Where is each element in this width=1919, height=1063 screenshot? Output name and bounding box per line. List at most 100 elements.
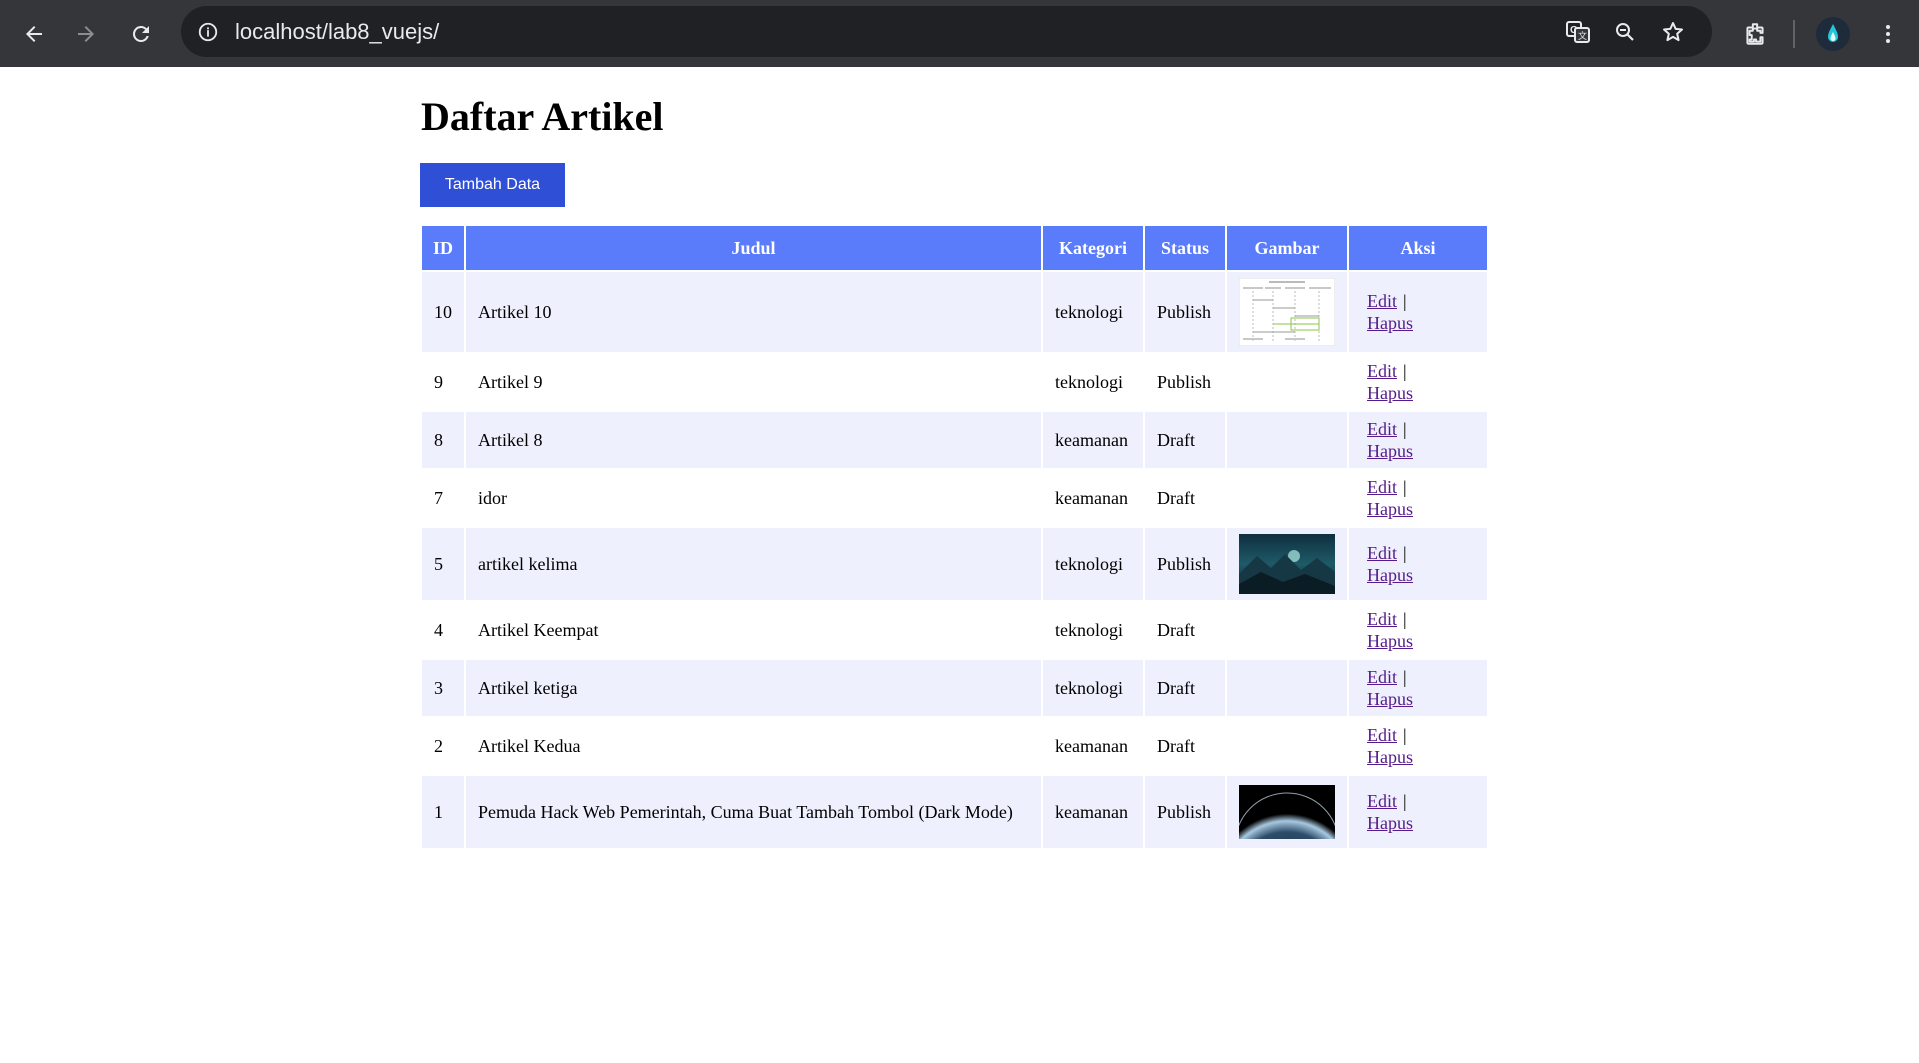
cell-gambar	[1227, 354, 1347, 410]
reload-icon[interactable]	[121, 14, 161, 54]
cell-id: 8	[422, 412, 464, 468]
cell-id: 9	[422, 354, 464, 410]
cell-aksi: Edit | Hapus	[1349, 354, 1487, 410]
back-icon[interactable]	[14, 14, 54, 54]
articles-table: ID Judul Kategori Status Gambar Aksi 10 …	[420, 224, 1489, 850]
edit-link[interactable]: Edit	[1367, 725, 1397, 745]
delete-link[interactable]: Hapus	[1367, 383, 1413, 403]
cell-aksi: Edit | Hapus	[1349, 602, 1487, 658]
menu-icon[interactable]	[1868, 14, 1908, 54]
cell-aksi: Edit | Hapus	[1349, 528, 1487, 600]
diagram-thumbnail	[1239, 278, 1335, 346]
cell-gambar	[1227, 470, 1347, 526]
cell-kategori: teknologi	[1043, 354, 1143, 410]
delete-link[interactable]: Hapus	[1367, 631, 1413, 651]
toolbar-divider	[1793, 20, 1795, 48]
cell-judul: Artikel Keempat	[466, 602, 1041, 658]
cell-gambar	[1227, 528, 1347, 600]
profile-avatar[interactable]	[1816, 17, 1850, 51]
cell-aksi: Edit | Hapus	[1349, 776, 1487, 848]
cell-kategori: keamanan	[1043, 470, 1143, 526]
cell-kategori: teknologi	[1043, 528, 1143, 600]
cell-status: Publish	[1145, 272, 1225, 352]
cell-judul: idor	[466, 470, 1041, 526]
edit-link[interactable]: Edit	[1367, 543, 1397, 563]
cell-judul: Artikel 10	[466, 272, 1041, 352]
header-gambar: Gambar	[1227, 226, 1347, 270]
edit-link[interactable]: Edit	[1367, 609, 1397, 629]
table-header-row: ID Judul Kategori Status Gambar Aksi	[422, 226, 1487, 270]
svg-text:文: 文	[1578, 30, 1587, 41]
edit-link[interactable]: Edit	[1367, 361, 1397, 381]
page-title: Daftar Artikel	[421, 94, 664, 139]
cell-status: Publish	[1145, 528, 1225, 600]
action-separator: |	[1403, 477, 1407, 497]
cell-kategori: keamanan	[1043, 718, 1143, 774]
table-row: 1 Pemuda Hack Web Pemerintah, Cuma Buat …	[422, 776, 1487, 848]
edit-link[interactable]: Edit	[1367, 419, 1397, 439]
forward-icon[interactable]	[66, 14, 106, 54]
action-separator: |	[1403, 291, 1407, 311]
cell-gambar	[1227, 602, 1347, 658]
delete-link[interactable]: Hapus	[1367, 441, 1413, 461]
table-row: 3 Artikel ketiga teknologi Draft Edit | H…	[422, 660, 1487, 716]
star-icon[interactable]	[1657, 16, 1689, 48]
table-row: 4 Artikel Keempat teknologi Draft Edit | …	[422, 602, 1487, 658]
url-text[interactable]: localhost/lab8_vuejs/	[235, 6, 439, 57]
cell-judul: Artikel Kedua	[466, 718, 1041, 774]
table-row: 2 Artikel Kedua keamanan Draft Edit | Hap…	[422, 718, 1487, 774]
address-bar[interactable]: localhost/lab8_vuejs/ G文	[181, 6, 1712, 57]
action-separator: |	[1403, 791, 1407, 811]
add-data-button[interactable]: Tambah Data	[420, 163, 565, 207]
cell-id: 5	[422, 528, 464, 600]
action-separator: |	[1403, 725, 1407, 745]
cell-status: Draft	[1145, 602, 1225, 658]
edit-link[interactable]: Edit	[1367, 477, 1397, 497]
table-row: 5 artikel kelima teknologi Publish Edit …	[422, 528, 1487, 600]
edit-link[interactable]: Edit	[1367, 291, 1397, 311]
cell-status: Publish	[1145, 776, 1225, 848]
header-status: Status	[1145, 226, 1225, 270]
landscape-thumbnail	[1239, 534, 1335, 594]
cell-status: Draft	[1145, 660, 1225, 716]
cell-aksi: Edit | Hapus	[1349, 470, 1487, 526]
cell-gambar	[1227, 272, 1347, 352]
delete-link[interactable]: Hapus	[1367, 747, 1413, 767]
action-separator: |	[1403, 667, 1407, 687]
browser-toolbar: localhost/lab8_vuejs/ G文	[0, 0, 1919, 67]
action-separator: |	[1403, 609, 1407, 629]
cell-judul: Artikel ketiga	[466, 660, 1041, 716]
delete-link[interactable]: Hapus	[1367, 313, 1413, 333]
cell-kategori: keamanan	[1043, 412, 1143, 468]
cell-judul: Artikel 8	[466, 412, 1041, 468]
cell-status: Draft	[1145, 718, 1225, 774]
cell-kategori: teknologi	[1043, 660, 1143, 716]
table-row: 8 Artikel 8 keamanan Draft Edit | Hapus	[422, 412, 1487, 468]
delete-link[interactable]: Hapus	[1367, 565, 1413, 585]
delete-link[interactable]: Hapus	[1367, 689, 1413, 709]
delete-link[interactable]: Hapus	[1367, 499, 1413, 519]
cell-judul: Pemuda Hack Web Pemerintah, Cuma Buat Ta…	[466, 776, 1041, 848]
translate-icon[interactable]: G文	[1562, 16, 1594, 48]
cell-id: 7	[422, 470, 464, 526]
header-id: ID	[422, 226, 464, 270]
cell-id: 4	[422, 602, 464, 658]
cell-aksi: Edit | Hapus	[1349, 272, 1487, 352]
cell-judul: Artikel 9	[466, 354, 1041, 410]
table-row: 9 Artikel 9 teknologi Publish Edit | Hapu…	[422, 354, 1487, 410]
delete-link[interactable]: Hapus	[1367, 813, 1413, 833]
cell-kategori: keamanan	[1043, 776, 1143, 848]
edit-link[interactable]: Edit	[1367, 791, 1397, 811]
table-row: 7 idor keamanan Draft Edit | Hapus	[422, 470, 1487, 526]
cell-kategori: teknologi	[1043, 602, 1143, 658]
cell-judul: artikel kelima	[466, 528, 1041, 600]
zoom-icon[interactable]	[1609, 16, 1641, 48]
info-icon[interactable]	[195, 19, 221, 45]
table-row: 10 Artikel 10 teknologi Publish Edit | H…	[422, 272, 1487, 352]
cell-gambar	[1227, 412, 1347, 468]
cell-status: Draft	[1145, 470, 1225, 526]
header-aksi: Aksi	[1349, 226, 1487, 270]
action-separator: |	[1403, 543, 1407, 563]
extensions-icon[interactable]	[1735, 14, 1775, 54]
edit-link[interactable]: Edit	[1367, 667, 1397, 687]
